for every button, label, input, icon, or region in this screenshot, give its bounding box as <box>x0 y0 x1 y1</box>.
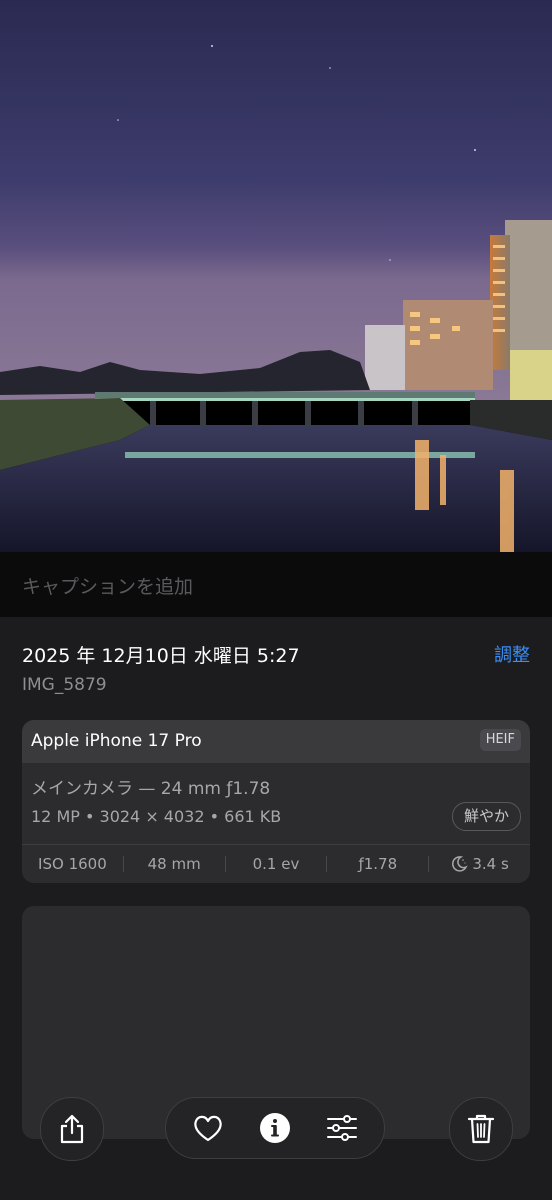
trash-icon <box>467 1114 495 1144</box>
favorite-button[interactable] <box>188 1108 228 1148</box>
focal-length-value: 48 mm <box>147 855 201 873</box>
sliders-icon <box>327 1115 358 1141</box>
night-river-photo <box>0 0 552 552</box>
device-name: Apple iPhone 17 Pro <box>31 731 202 751</box>
photo-view[interactable] <box>0 0 552 552</box>
exif-stats-row: ISO 1600 48 mm 0.1 ev ƒ1.78 3.4 s <box>22 845 530 883</box>
date-time-label: 2025 年 12月10日 水曜日 5:27 <box>22 645 300 667</box>
toolbar-center-group <box>165 1097 385 1159</box>
adjust-button[interactable] <box>322 1108 362 1148</box>
aperture-value: ƒ1.78 <box>358 855 398 873</box>
heart-icon <box>193 1115 222 1142</box>
caption-placeholder[interactable]: キャプションを追加 <box>22 572 193 599</box>
exif-header: Apple iPhone 17 Pro HEIF <box>22 720 530 763</box>
lens-info: メインカメラ — 24 mm ƒ1.78 <box>31 779 271 799</box>
delete-button[interactable] <box>449 1097 513 1161</box>
photo-style-badge: 鮮やか <box>451 802 521 831</box>
moon-icon <box>452 856 469 872</box>
info-button[interactable] <box>255 1108 295 1148</box>
exposure-value: 0.1 ev <box>252 855 300 873</box>
format-badge: HEIF <box>479 729 521 751</box>
share-icon <box>60 1114 84 1144</box>
image-specs: 12 MP • 3024 × 4032 • 661 KB <box>31 807 282 826</box>
share-button[interactable] <box>40 1097 104 1161</box>
iso-value: ISO 1600 <box>38 855 107 873</box>
shutter-value: 3.4 s <box>472 855 509 873</box>
adjust-date-button[interactable]: 調整 <box>494 641 530 667</box>
info-icon <box>259 1113 290 1143</box>
caption-bar[interactable]: キャプションを追加 <box>0 552 552 617</box>
shutter-stat: 3.4 s <box>429 855 530 873</box>
exif-card: Apple iPhone 17 Pro HEIF メインカメラ — 24 mm … <box>22 720 530 883</box>
filename-label: IMG_5879 <box>22 675 107 695</box>
